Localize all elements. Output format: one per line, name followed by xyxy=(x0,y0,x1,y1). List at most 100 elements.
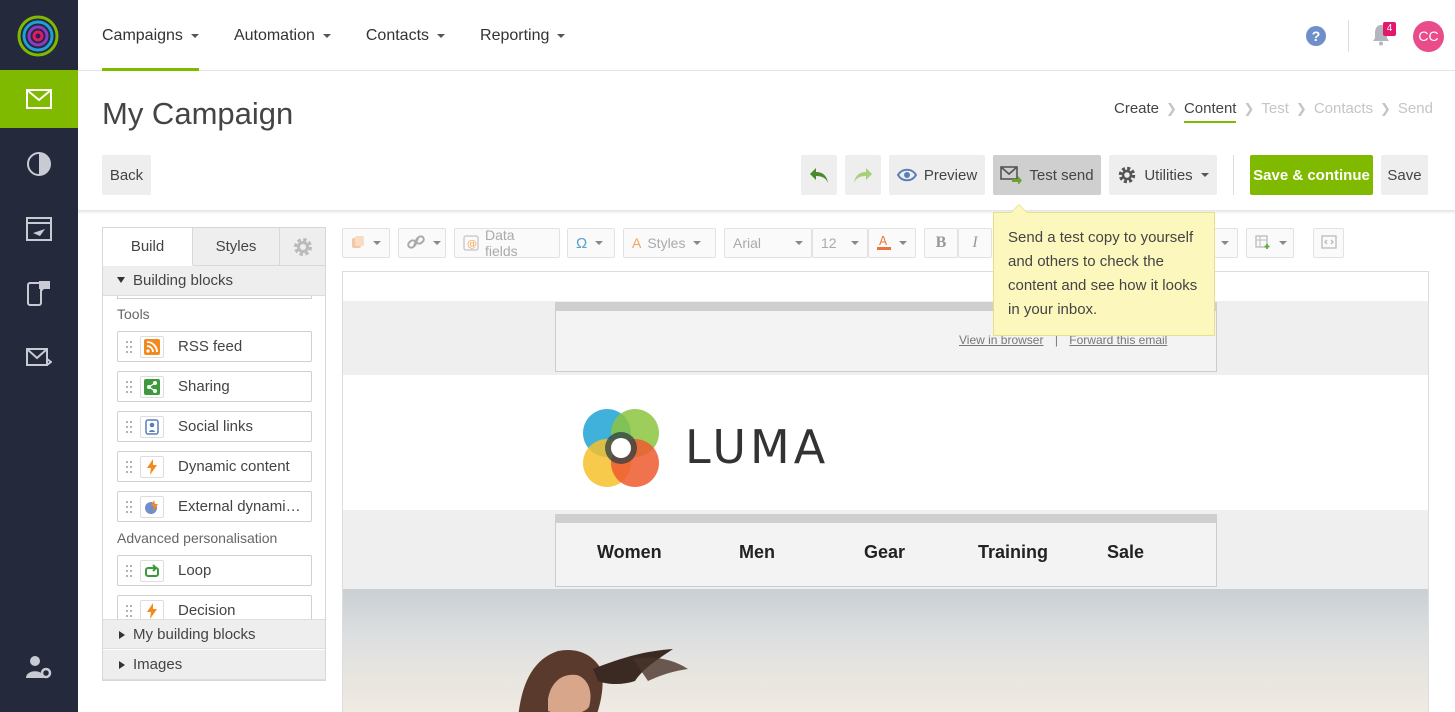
menu-reporting[interactable]: Reporting xyxy=(480,0,566,71)
app-logo-icon[interactable] xyxy=(17,15,59,57)
section-images[interactable]: Images xyxy=(103,650,325,680)
step-test: Test xyxy=(1261,100,1289,117)
menu-automation[interactable]: Automation xyxy=(234,0,331,71)
email-nav-training[interactable]: Training xyxy=(978,542,1048,563)
block-edge xyxy=(117,296,312,299)
rail-email-campaigns[interactable] xyxy=(0,70,78,128)
text-color-dropdown[interactable]: A xyxy=(868,228,916,258)
chevron-down-icon xyxy=(1279,241,1287,245)
menu-automation-label: Automation xyxy=(233,26,315,44)
share-icon xyxy=(140,375,164,398)
step-content[interactable]: Content xyxy=(1183,100,1236,123)
drag-handle-icon[interactable] xyxy=(118,564,140,578)
section-building-blocks-label: Building blocks xyxy=(133,272,234,289)
special-characters-dropdown[interactable]: Ω xyxy=(567,228,615,258)
email-nav-gear[interactable]: Gear xyxy=(864,542,905,563)
utilities-label: Utilities xyxy=(1144,166,1193,184)
styles-dropdown[interactable]: A Styles xyxy=(623,228,716,258)
drag-handle-icon[interactable] xyxy=(118,420,140,434)
chevron-right-icon: ❯ xyxy=(1295,100,1307,116)
globe-lightning-icon xyxy=(140,495,164,518)
drag-handle-icon[interactable] xyxy=(118,380,140,394)
luma-brand-text: LUMA xyxy=(685,420,830,474)
test-send-tooltip: Send a test copy to yourself and others … xyxy=(993,204,1215,336)
link-dropdown[interactable] xyxy=(398,228,446,258)
rail-account-settings[interactable] xyxy=(0,638,78,696)
test-send-button[interactable]: Test send xyxy=(993,155,1101,195)
user-settings-icon xyxy=(26,656,52,679)
email-nav-sale[interactable]: Sale xyxy=(1107,542,1144,563)
hero-image[interactable] xyxy=(343,589,1428,712)
omega-icon: Ω xyxy=(576,234,588,252)
menu-campaigns-label: Campaigns xyxy=(102,26,183,44)
drag-handle-icon[interactable] xyxy=(118,340,140,354)
step-create[interactable]: Create xyxy=(1114,100,1159,123)
rss-icon xyxy=(140,335,164,358)
chevron-down-icon xyxy=(373,241,381,245)
section-building-blocks[interactable]: Building blocks xyxy=(103,266,325,296)
drag-handle-icon[interactable] xyxy=(118,460,140,474)
save-button[interactable]: Save xyxy=(1381,155,1428,195)
block-label: RSS feed xyxy=(178,338,243,355)
rail-sms[interactable] xyxy=(0,264,78,322)
link-icon xyxy=(407,234,425,252)
block-rss-feed[interactable]: RSS feed xyxy=(117,331,312,362)
bold-button[interactable]: B xyxy=(924,228,958,258)
header-shadow xyxy=(78,210,1455,214)
data-fields-button[interactable]: @ Data fields xyxy=(454,227,560,259)
save-and-continue-button[interactable]: Save & continue xyxy=(1250,155,1373,195)
menu-campaigns[interactable]: Campaigns xyxy=(102,0,199,71)
styles-label: Styles xyxy=(647,235,686,251)
loop-icon xyxy=(140,559,164,582)
avatar[interactable]: CC xyxy=(1413,21,1444,52)
email-nav-block[interactable]: Women Men Gear Training Sale xyxy=(555,514,1217,587)
envelope-code-icon xyxy=(26,348,52,366)
help-icon[interactable]: ? xyxy=(1306,26,1326,46)
block-sharing[interactable]: Sharing xyxy=(117,371,312,402)
chevron-right-icon: ❯ xyxy=(1166,100,1177,116)
caret-right-icon xyxy=(119,661,125,669)
chevron-down-icon xyxy=(899,241,907,245)
chevron-down-icon xyxy=(1200,173,1209,177)
tab-settings[interactable] xyxy=(280,228,325,266)
redo-button[interactable] xyxy=(845,155,881,195)
undo-button[interactable] xyxy=(801,155,837,195)
font-size-select[interactable]: 12 xyxy=(812,228,868,258)
email-nav-men[interactable]: Men xyxy=(739,542,775,563)
drag-handle-icon[interactable] xyxy=(118,604,140,618)
divider xyxy=(1233,155,1234,195)
utilities-button[interactable]: Utilities xyxy=(1109,155,1217,195)
chevron-right-icon: ❯ xyxy=(1380,100,1391,116)
insert-table-dropdown[interactable] xyxy=(1246,228,1294,258)
luma-logo-icon[interactable] xyxy=(581,407,661,494)
block-external-dynamic-content[interactable]: External dynamic content xyxy=(117,491,312,522)
svg-text:@: @ xyxy=(467,239,477,250)
rail-transactional[interactable] xyxy=(0,329,78,387)
panel-tabs: Build Styles xyxy=(103,228,325,266)
email-nav-women[interactable]: Women xyxy=(597,542,662,563)
pie-chart-icon xyxy=(27,152,51,176)
insert-block-dropdown[interactable] xyxy=(342,228,390,258)
chevron-down-icon xyxy=(190,33,199,38)
block-label: Decision xyxy=(178,602,236,619)
section-my-building-blocks[interactable]: My building blocks xyxy=(103,619,325,649)
drag-handle-icon[interactable] xyxy=(118,500,140,514)
preview-button[interactable]: Preview xyxy=(889,155,985,195)
caret-down-icon xyxy=(117,277,125,283)
menu-contacts[interactable]: Contacts xyxy=(366,0,446,71)
block-label: Loop xyxy=(178,562,212,579)
italic-button[interactable]: I xyxy=(958,228,992,258)
block-dynamic-content[interactable]: Dynamic content xyxy=(117,451,312,482)
rail-landing-pages[interactable] xyxy=(0,200,78,258)
font-family-select[interactable]: Arial xyxy=(724,228,812,258)
block-label: Sharing xyxy=(178,378,230,395)
browser-window-icon xyxy=(26,217,52,241)
block-loop[interactable]: Loop xyxy=(117,555,312,586)
rail-reporting[interactable] xyxy=(0,135,78,193)
tab-build[interactable]: Build xyxy=(103,228,193,266)
source-code-button[interactable] xyxy=(1313,228,1344,258)
back-button[interactable]: Back xyxy=(102,155,151,195)
chevron-down-icon xyxy=(437,33,446,38)
block-social-links[interactable]: Social links xyxy=(117,411,312,442)
tab-styles[interactable]: Styles xyxy=(193,228,280,266)
